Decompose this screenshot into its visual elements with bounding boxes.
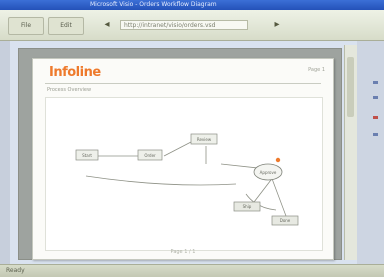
vertical-scrollbar[interactable] bbox=[344, 45, 357, 260]
workflow-diagram: Start Order Review Approve Ship Done bbox=[75, 133, 299, 226]
diagram-area: Start Order Review Approve Ship Done bbox=[45, 97, 323, 251]
right-panel bbox=[357, 41, 384, 264]
document-logo: Infoline bbox=[49, 65, 101, 80]
panel-marker bbox=[373, 116, 378, 119]
window-caption: Microsoft Visio - Orders Workflow Diagra… bbox=[90, 1, 217, 8]
node-label: Review bbox=[197, 137, 212, 142]
window-titlebar: Microsoft Visio - Orders Workflow Diagra… bbox=[0, 0, 384, 10]
node-label: Done bbox=[280, 218, 291, 223]
connector-line bbox=[250, 175, 275, 207]
highlight-marker bbox=[275, 157, 281, 163]
back-arrow-icon[interactable]: ◂ bbox=[100, 18, 114, 32]
connector-line bbox=[163, 141, 192, 157]
page-footer: Page 1 / 1 bbox=[170, 249, 196, 255]
panel-marker bbox=[373, 133, 378, 136]
status-bar: Ready bbox=[0, 264, 384, 277]
panel-marker bbox=[373, 81, 378, 84]
file-menu-button[interactable]: File bbox=[8, 17, 44, 35]
toolbar: File Edit ◂ http://intranet/visio/orders… bbox=[0, 10, 384, 41]
status-text: Ready bbox=[6, 267, 25, 274]
address-field[interactable]: http://intranet/visio/orders.vsd bbox=[120, 20, 248, 30]
section-subheading: Process Overview bbox=[47, 87, 92, 93]
header-divider bbox=[45, 83, 321, 84]
document-page: Infoline Page 1 Process Overview Start O… bbox=[32, 58, 334, 260]
connector-line bbox=[220, 163, 259, 169]
node-label: Ship bbox=[243, 204, 252, 209]
page-note: Page 1 bbox=[308, 67, 325, 73]
edit-menu-button[interactable]: Edit bbox=[48, 17, 84, 35]
node-label: Start bbox=[82, 153, 92, 158]
go-arrow-icon[interactable]: ▸ bbox=[270, 18, 284, 32]
node-label: Approve bbox=[260, 170, 277, 175]
left-panel bbox=[0, 41, 10, 264]
scrollbar-thumb[interactable] bbox=[347, 57, 354, 117]
panel-marker bbox=[373, 96, 378, 99]
connector-curve bbox=[85, 175, 237, 186]
node-label: Order bbox=[144, 153, 156, 158]
